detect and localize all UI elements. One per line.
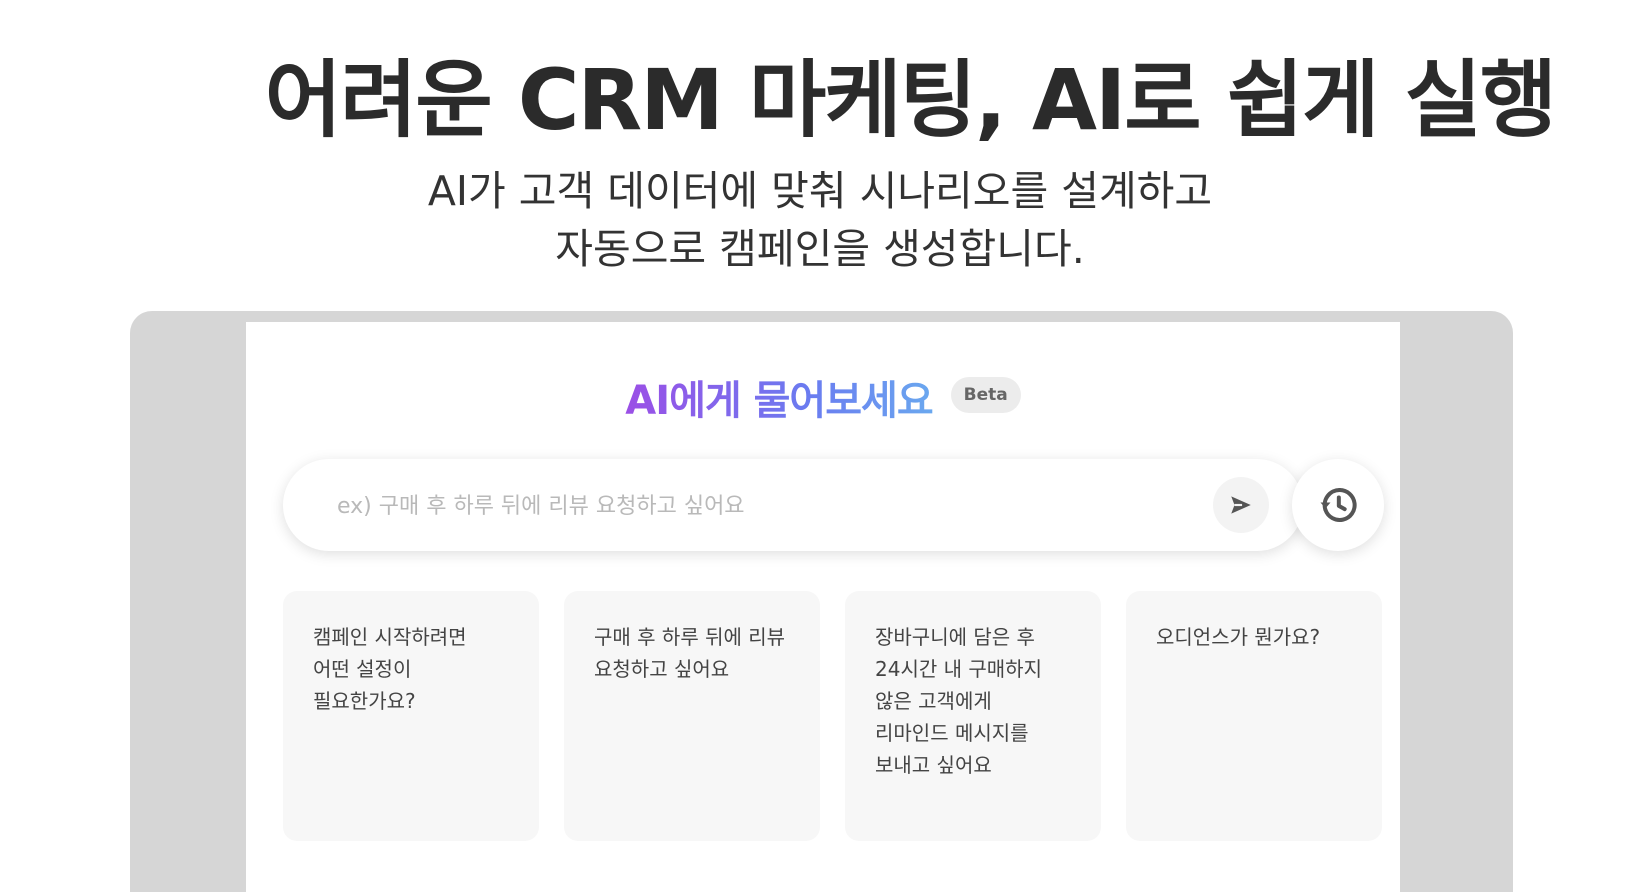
send-button[interactable]: [1213, 477, 1269, 533]
suggestion-card-2[interactable]: 구매 후 하루 뒤에 리뷰 요청하고 싶어요: [564, 591, 820, 841]
history-icon: [1320, 487, 1357, 522]
hero-title-text: 어려운 CRM 마케팅, AI로 쉽게 실행: [264, 51, 1557, 149]
suggestion-cards: 캠페인 시작하려면 어떤 설정이 필요한가요? 구매 후 하루 뒤에 리뷰 요청…: [283, 591, 1383, 841]
assistant-title: AI에게 물어보세요: [625, 378, 933, 424]
hero-subtitle-line-2: 자동으로 캠페인을 생성합니다.: [555, 225, 1085, 273]
suggestion-card-3[interactable]: 장바구니에 담은 후 24시간 내 구매하지 않은 고객에게 리마인드 메시지를…: [845, 591, 1101, 841]
beta-badge: Beta: [950, 377, 1021, 413]
send-icon: [1231, 496, 1251, 514]
hero-title: 어려운 CRM 마케팅, AI로 쉽게 실행: [0, 50, 1640, 150]
landing-section: 어려운 CRM 마케팅, AI로 쉽게 실행 AI가 고객 데이터에 맞춰 시나…: [0, 0, 1640, 892]
suggestion-card-label: 오디언스가 뭔가요?: [1156, 625, 1321, 649]
suggestion-card-label: 장바구니에 담은 후 24시간 내 구매하지 않은 고객에게 리마인드 메시지를…: [875, 625, 1042, 777]
history-button[interactable]: [1292, 459, 1384, 551]
suggestion-card-4[interactable]: 오디언스가 뭔가요?: [1126, 591, 1382, 841]
ai-assistant-panel: AI에게 물어보세요 Beta 캠페인 시작하려면 어떤 설정이 필요한가요?: [246, 322, 1400, 892]
suggestion-card-label: 캠페인 시작하려면 어떤 설정이 필요한가요?: [313, 625, 467, 713]
ask-ai-search-box: [283, 459, 1303, 553]
suggestion-card-label: 구매 후 하루 뒤에 리뷰 요청하고 싶어요: [594, 625, 786, 681]
assistant-header: AI에게 물어보세요 Beta: [246, 368, 1400, 426]
hero-subtitle-line-1: AI가 고객 데이터에 맞춰 시나리오를 설계하고: [427, 167, 1213, 215]
suggestion-card-1[interactable]: 캠페인 시작하려면 어떤 설정이 필요한가요?: [283, 591, 539, 841]
ask-ai-input[interactable]: [335, 459, 1159, 553]
hero-subtitle: AI가 고객 데이터에 맞춰 시나리오를 설계하고 자동으로 캠페인을 생성합니…: [0, 162, 1640, 278]
